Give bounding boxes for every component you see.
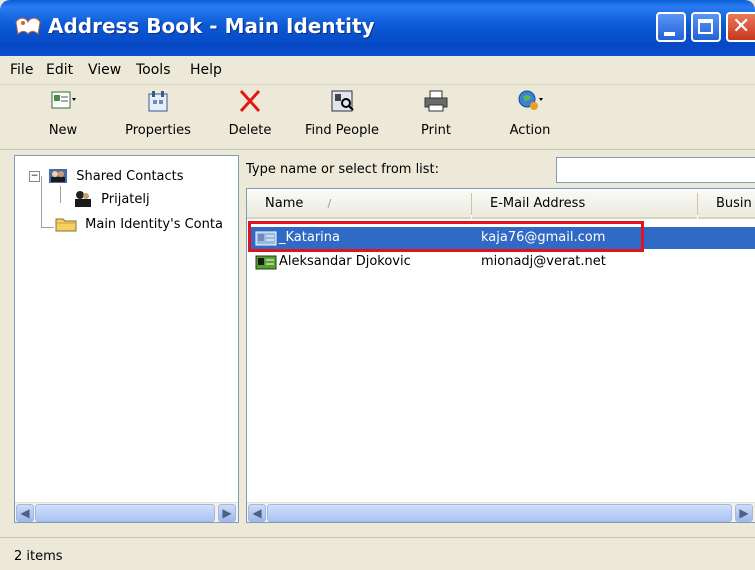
status-bar: 2 items: [0, 537, 755, 570]
folder-icon: [55, 218, 77, 232]
status-text: 2 items: [14, 549, 63, 564]
list-horizontal-scrollbar[interactable]: ◀ ▶: [247, 502, 755, 522]
sort-indicator-icon: /: [327, 197, 332, 210]
tree-connector: [42, 227, 54, 228]
contact-name: Aleksandar Djokovic: [279, 254, 411, 269]
shared-contacts-label: Shared Contacts: [76, 168, 184, 184]
new-label: New: [48, 123, 78, 138]
new-contact-icon: [51, 91, 76, 109]
close-icon: ✕: [732, 14, 751, 39]
tree-item-main-identity[interactable]: Main Identity's Conta: [55, 216, 223, 232]
list-item[interactable]: Aleksandar Djokovic mionadj@verat.net: [249, 251, 755, 273]
title-bar[interactable]: Address Book - Main Identity ✕: [0, 0, 755, 56]
scroll-thumb[interactable]: [35, 504, 215, 522]
column-name-label: Name: [265, 196, 304, 211]
new-button[interactable]: New: [40, 89, 86, 145]
address-book-window: Address Book - Main Identity ✕ File Edit…: [0, 0, 755, 570]
contact-group-icon: [75, 191, 91, 207]
window-title: Address Book - Main Identity: [48, 14, 375, 38]
find-people-label: Find People: [305, 123, 379, 138]
maximize-icon: [698, 19, 713, 34]
column-header-business[interactable]: Busin: [698, 189, 755, 219]
minimize-button[interactable]: [656, 12, 686, 42]
tree-connector: [60, 186, 61, 203]
menu-bar: File Edit View Tools Help: [0, 56, 755, 85]
folder-tree: − Shared Contacts Prijatelj Main Identit…: [14, 155, 239, 523]
tree-horizontal-scrollbar[interactable]: ◀ ▶: [15, 502, 238, 522]
main-identity-label: Main Identity's Conta: [85, 216, 223, 232]
contact-email: mionadj@verat.net: [481, 254, 606, 269]
action-button[interactable]: Action: [500, 89, 560, 145]
search-label: Type name or select from list:: [246, 162, 440, 177]
minimize-icon: [664, 32, 675, 36]
shared-contacts-icon: [49, 169, 68, 183]
find-people-button[interactable]: Find People: [296, 89, 388, 145]
tree-item-prijatelj[interactable]: Prijatelj: [73, 190, 150, 208]
menu-view[interactable]: View: [88, 62, 121, 78]
close-button[interactable]: ✕: [726, 12, 755, 42]
collapse-icon[interactable]: −: [29, 170, 40, 182]
column-email-label: E-Mail Address: [490, 196, 586, 211]
column-header-email[interactable]: E-Mail Address: [472, 189, 697, 219]
scroll-left-button[interactable]: ◀: [248, 504, 266, 522]
prijatelj-label: Prijatelj: [101, 191, 150, 207]
maximize-button[interactable]: [691, 12, 721, 42]
scroll-right-button[interactable]: ▶: [735, 504, 753, 522]
print-label: Print: [421, 123, 451, 138]
menu-edit[interactable]: Edit: [46, 62, 73, 78]
address-book-icon: [15, 17, 41, 36]
contact-card-icon: [255, 255, 277, 270]
action-icon: [518, 90, 543, 110]
print-button[interactable]: Print: [414, 89, 458, 145]
printer-icon: [424, 90, 448, 112]
menu-help[interactable]: Help: [190, 62, 222, 78]
action-label: Action: [509, 123, 551, 138]
delete-button[interactable]: Delete: [222, 89, 278, 145]
properties-button[interactable]: Properties: [112, 89, 204, 145]
menu-tools[interactable]: Tools: [136, 62, 171, 78]
search-input[interactable]: [556, 157, 755, 183]
delete-icon: [239, 89, 261, 113]
scroll-right-button[interactable]: ▶: [218, 504, 236, 522]
scroll-left-button[interactable]: ◀: [16, 504, 34, 522]
properties-label: Properties: [125, 123, 191, 138]
tree-item-shared-contacts[interactable]: − Shared Contacts: [29, 168, 184, 184]
find-people-icon: [331, 90, 354, 112]
menu-file[interactable]: File: [10, 62, 33, 78]
scroll-thumb[interactable]: [267, 504, 732, 522]
properties-icon: [148, 91, 168, 112]
toolbar: New Properties Delete Find People Print …: [0, 85, 755, 150]
delete-label: Delete: [228, 123, 272, 138]
column-header-name[interactable]: Name /: [247, 189, 471, 219]
highlight-annotation: [248, 221, 644, 252]
column-business-label: Busin: [716, 196, 752, 211]
